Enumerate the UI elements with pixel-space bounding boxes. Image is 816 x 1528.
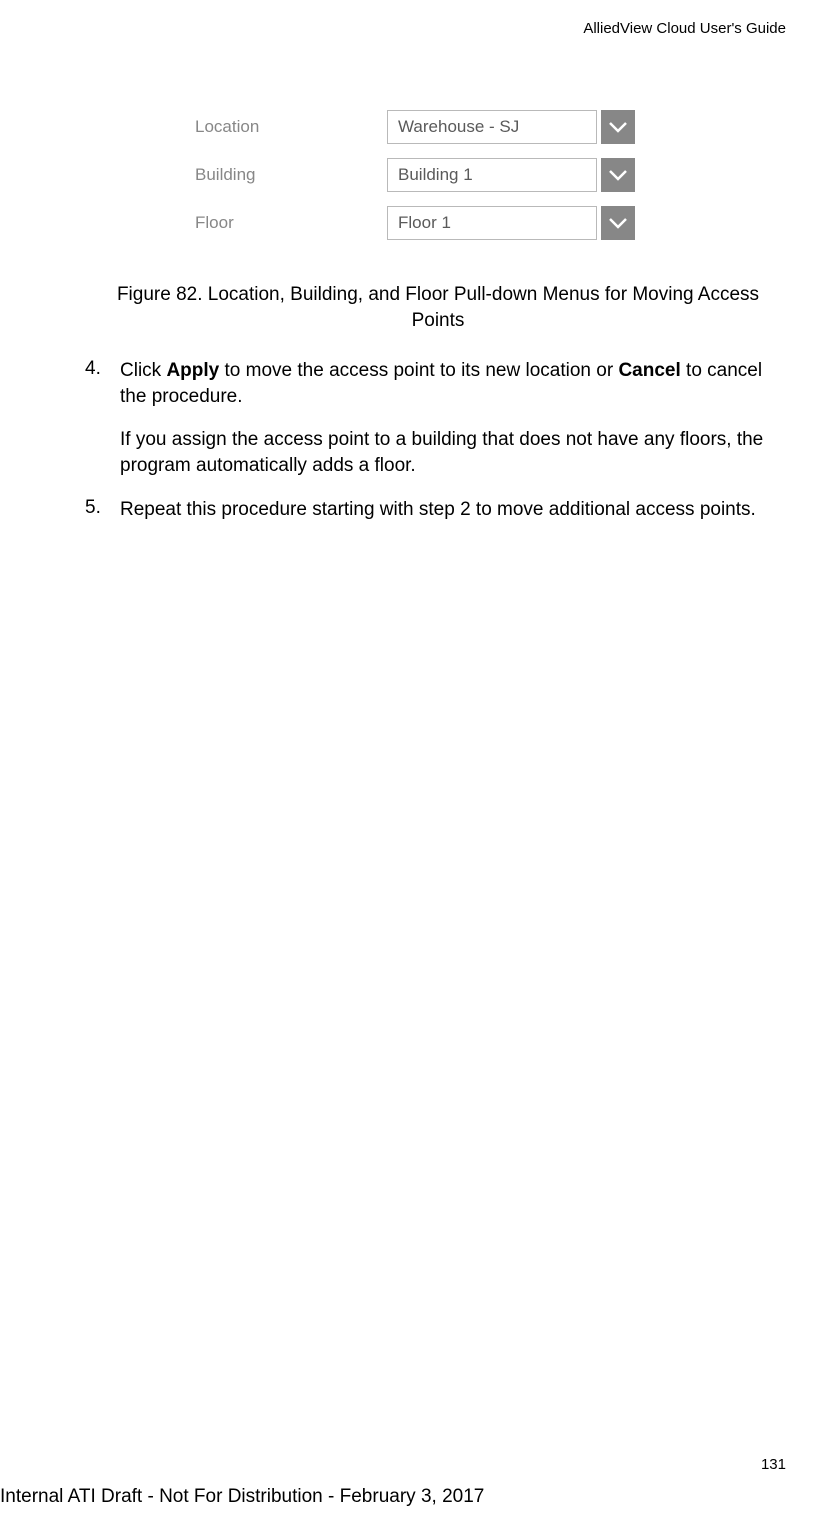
building-label: Building [195, 165, 387, 185]
chevron-down-icon [609, 217, 627, 229]
page-number: 131 [761, 1456, 786, 1473]
chevron-down-icon [609, 121, 627, 133]
building-dropdown-button[interactable] [601, 158, 635, 192]
floor-select[interactable]: Floor 1 [387, 206, 597, 240]
step-4-para2: If you assign the access point to a buil… [120, 427, 786, 478]
building-field: Building 1 [387, 158, 635, 192]
location-dropdown-button[interactable] [601, 110, 635, 144]
location-select[interactable]: Warehouse - SJ [387, 110, 597, 144]
building-select[interactable]: Building 1 [387, 158, 597, 192]
step-4: 4. Click Apply to move the access point … [85, 358, 786, 479]
dropdown-section: Location Warehouse - SJ Building Buildin… [195, 110, 635, 254]
floor-field: Floor 1 [387, 206, 635, 240]
location-label: Location [195, 117, 387, 137]
footer: Internal ATI Draft - Not For Distributio… [0, 1486, 484, 1508]
floor-dropdown-button[interactable] [601, 206, 635, 240]
step-body: Click Apply to move the access point to … [120, 358, 786, 479]
location-field: Warehouse - SJ [387, 110, 635, 144]
step-number: 4. [85, 358, 120, 479]
cancel-text: Cancel [618, 360, 680, 381]
step-5-para1: Repeat this procedure starting with step… [120, 497, 786, 523]
figure-caption: Figure 82. Location, Building, and Floor… [90, 282, 786, 333]
chevron-down-icon [609, 169, 627, 181]
floor-row: Floor Floor 1 [195, 206, 635, 240]
building-row: Building Building 1 [195, 158, 635, 192]
location-row: Location Warehouse - SJ [195, 110, 635, 144]
step-4-para1: Click Apply to move the access point to … [120, 358, 786, 409]
step-list: 4. Click Apply to move the access point … [85, 358, 786, 540]
apply-text: Apply [166, 360, 219, 381]
step-number: 5. [85, 497, 120, 523]
step-body: Repeat this procedure starting with step… [120, 497, 786, 523]
step-5: 5. Repeat this procedure starting with s… [85, 497, 786, 523]
page-header: AlliedView Cloud User's Guide [583, 20, 786, 37]
floor-label: Floor [195, 213, 387, 233]
